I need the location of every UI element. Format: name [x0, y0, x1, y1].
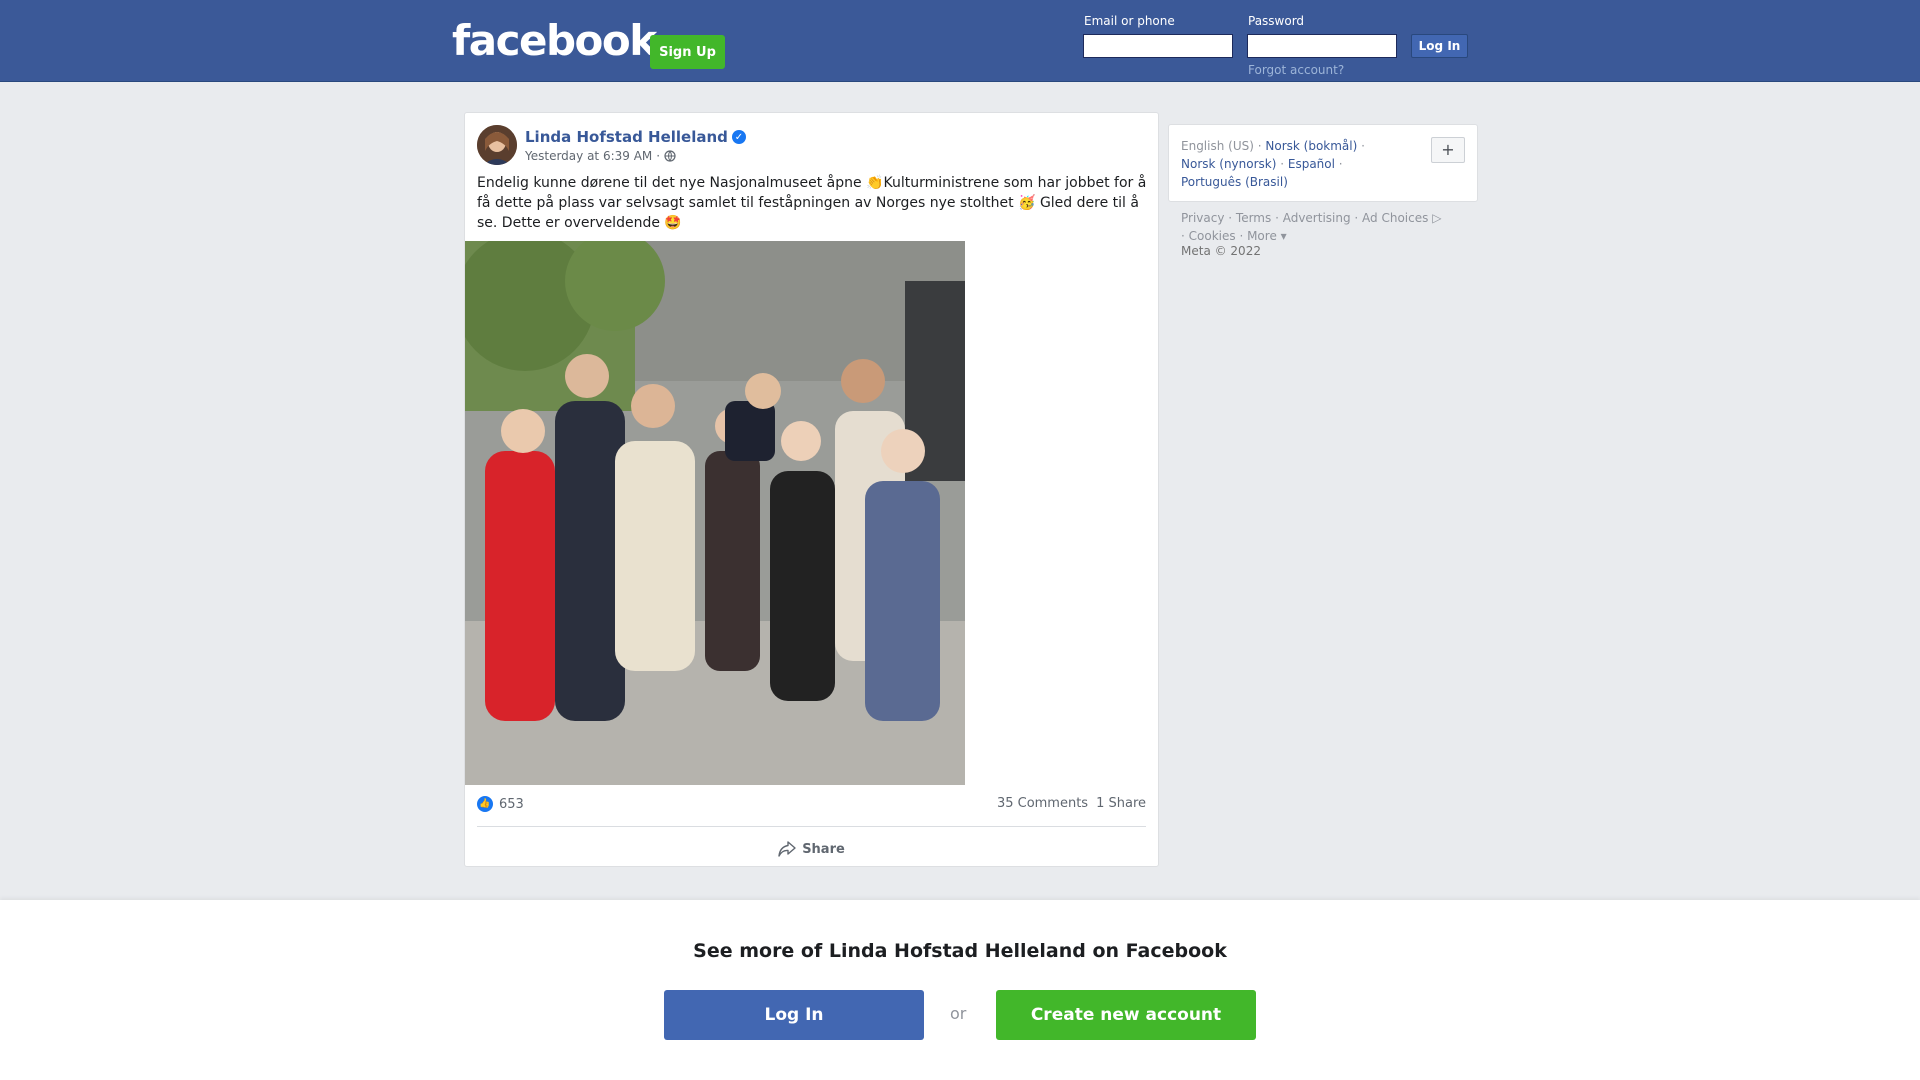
- verified-badge-icon: ✓: [731, 130, 746, 144]
- footer-link-cookies[interactable]: Cookies: [1189, 229, 1236, 243]
- email-field[interactable]: [1083, 34, 1233, 58]
- share-label: Share: [802, 841, 845, 857]
- banner-title: See more of Linda Hofstad Helleland on F…: [693, 940, 1227, 962]
- post-card: Linda Hofstad Helleland ✓ Yesterday at 6…: [464, 112, 1159, 867]
- caret-down-icon: ▾: [1280, 229, 1287, 243]
- language-current: English (US): [1181, 139, 1254, 153]
- avatar-image: [477, 125, 517, 165]
- photo-image: [465, 241, 965, 785]
- shares-count[interactable]: 1 Share: [1096, 796, 1146, 811]
- post-meta: Yesterday at 6:39 AM ·: [525, 149, 676, 163]
- footer-link-terms[interactable]: Terms: [1236, 211, 1271, 225]
- reactions-summary[interactable]: 👍 653: [477, 796, 524, 812]
- reactions-count: 653: [499, 796, 524, 812]
- password-field[interactable]: [1247, 34, 1397, 58]
- create-account-button[interactable]: Create new account: [996, 990, 1256, 1040]
- author-name-text[interactable]: Linda Hofstad Helleland: [525, 128, 728, 146]
- footer-links: Privacy · Terms · Advertising · Ad Choic…: [1181, 211, 1442, 243]
- top-bar: facebook Sign Up Email or phone Password…: [0, 0, 1920, 82]
- comments-count[interactable]: 35 Comments: [997, 796, 1088, 811]
- language-option-norsk-bokmal[interactable]: Norsk (bokmål): [1265, 139, 1357, 153]
- email-label: Email or phone: [1084, 14, 1175, 28]
- footer-link-privacy[interactable]: Privacy: [1181, 211, 1224, 225]
- facebook-logo[interactable]: facebook: [452, 20, 657, 62]
- author-name[interactable]: Linda Hofstad Helleland ✓: [525, 128, 746, 146]
- post-divider: [477, 826, 1146, 827]
- login-banner: See more of Linda Hofstad Helleland on F…: [0, 900, 1920, 1080]
- post-timestamp[interactable]: Yesterday at 6:39 AM: [525, 149, 652, 163]
- log-in-button[interactable]: Log In: [1411, 34, 1468, 58]
- language-option-portugues[interactable]: Português (Brasil): [1181, 175, 1288, 189]
- language-selector: English (US) · Norsk (bokmål) · Norsk (n…: [1168, 124, 1478, 202]
- footer-link-more[interactable]: More: [1247, 229, 1277, 243]
- meta-separator: ·: [656, 149, 661, 163]
- globe-icon: [664, 150, 676, 162]
- forgot-account-link[interactable]: Forgot account?: [1248, 63, 1344, 77]
- more-languages-button[interactable]: +: [1431, 137, 1465, 163]
- language-option-espanol[interactable]: Español: [1288, 157, 1335, 171]
- post-photo[interactable]: [465, 241, 965, 785]
- author-avatar[interactable]: [477, 125, 517, 165]
- footer-link-ad-choices[interactable]: Ad Choices: [1362, 211, 1428, 225]
- like-icon: 👍: [477, 796, 493, 812]
- banner-log-in-button[interactable]: Log In: [664, 990, 924, 1040]
- share-arrow-icon: [778, 841, 796, 857]
- copyright: Meta © 2022: [1181, 244, 1261, 258]
- password-label: Password: [1248, 14, 1305, 28]
- language-option-norsk-nynorsk[interactable]: Norsk (nynorsk): [1181, 157, 1276, 171]
- sign-up-button[interactable]: Sign Up: [650, 35, 725, 69]
- engagement-counts: 35 Comments 1 Share: [997, 796, 1146, 811]
- ad-choices-icon: ▷: [1432, 211, 1442, 225]
- post-text: Endelig kunne dørene til det nye Nasjona…: [477, 175, 1147, 231]
- banner-or-label: or: [950, 1004, 967, 1023]
- footer-link-advertising[interactable]: Advertising: [1283, 211, 1351, 225]
- share-button[interactable]: Share: [465, 834, 1158, 864]
